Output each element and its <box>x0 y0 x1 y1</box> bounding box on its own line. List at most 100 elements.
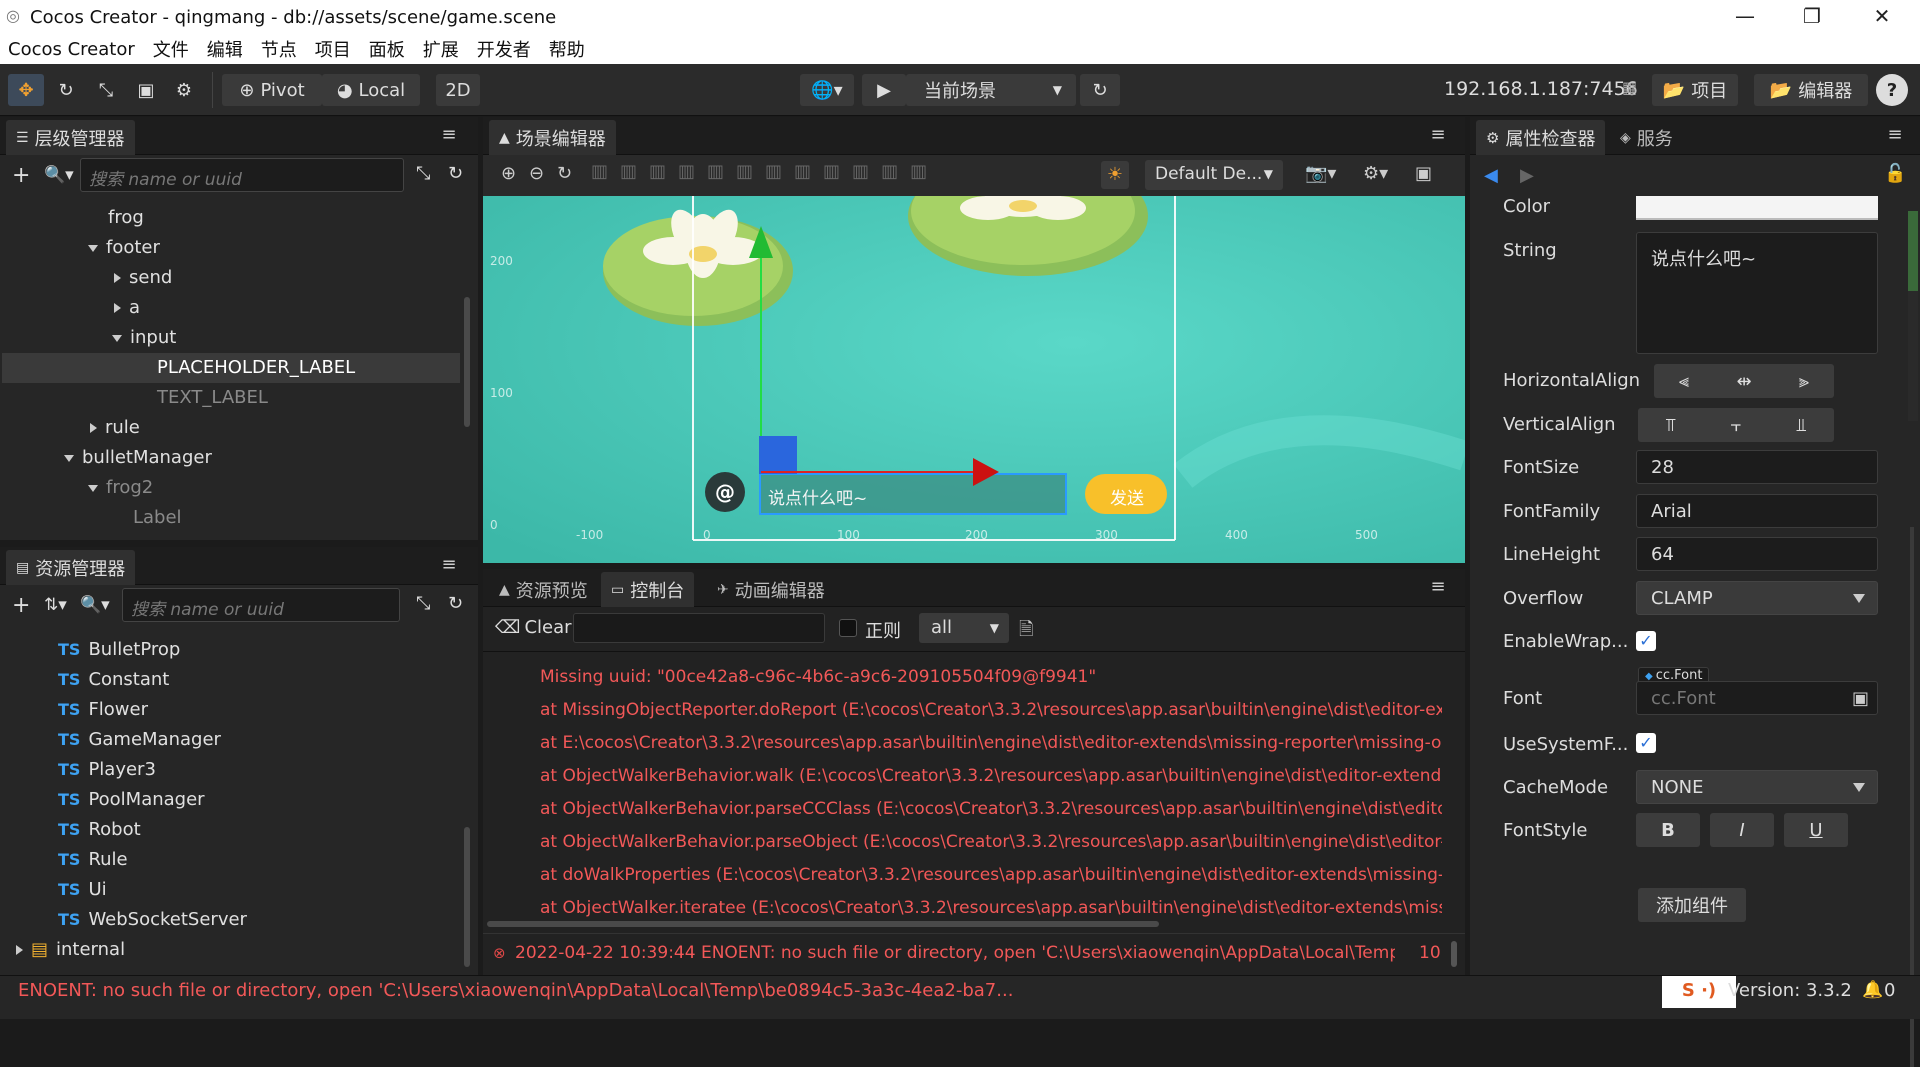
tab-assets[interactable]: ▤ 资源管理器 <box>6 550 136 585</box>
align-middle-icon[interactable]: ⫟ <box>1703 415 1768 436</box>
color-swatch[interactable] <box>1636 196 1878 220</box>
console-line[interactable]: at ObjectWalkerBehavior.parseCCClass (E:… <box>540 799 1442 819</box>
tree-item-frog[interactable]: frog <box>108 207 144 228</box>
send-button[interactable]: 发送 <box>1110 484 1144 509</box>
menu-help[interactable]: 帮助 <box>549 36 585 62</box>
tree-item-bulletmanager[interactable]: bulletManager <box>64 447 212 468</box>
tree-item-label-node[interactable]: Label <box>133 507 182 528</box>
asset-item[interactable]: TS WebSocketServer <box>58 909 247 930</box>
assets-menu-icon[interactable]: ≡ <box>438 555 460 575</box>
tree-item-frog2[interactable]: frog2 <box>88 477 153 498</box>
scale-tool-icon[interactable]: ⤡ <box>88 74 124 106</box>
console-filter-input[interactable] <box>573 613 825 643</box>
settings-icon[interactable]: ⚙▾ <box>1363 163 1388 184</box>
menu-file[interactable]: 文件 <box>153 36 189 62</box>
caret-down-icon[interactable] <box>112 334 122 342</box>
string-textarea[interactable]: 说点什么吧~ <box>1636 232 1878 354</box>
status-error-message[interactable]: ENOENT: no such file or directory, open … <box>18 980 1398 1001</box>
console-line[interactable]: at E:\cocos\Creator\3.3.2\resources\app.… <box>540 733 1442 753</box>
tab-scene-editor[interactable]: ▲ 场景编辑器 <box>489 120 616 155</box>
font-asset-field[interactable]: cc.Font ▣ <box>1636 681 1878 715</box>
refresh-icon[interactable]: ↻ <box>1080 74 1120 106</box>
usesystemfont-checkbox[interactable]: ✓ <box>1636 733 1656 753</box>
rect-tool-icon[interactable]: ▣ <box>128 74 164 106</box>
add-node-icon[interactable]: + <box>12 163 30 188</box>
add-component-button[interactable]: 添加组件 <box>1638 888 1746 922</box>
editor-button[interactable]: 📂 编辑器 <box>1754 74 1868 106</box>
tree-item-rule[interactable]: rule <box>90 417 140 438</box>
console-line[interactable]: at MissingObjectReporter.doReport (E:\co… <box>540 700 1442 720</box>
menu-extension[interactable]: 扩展 <box>423 36 459 62</box>
asset-item[interactable]: TS Player3 <box>58 759 156 780</box>
bold-button[interactable]: B <box>1636 813 1700 847</box>
folder-internal[interactable]: ▤ internal <box>16 939 125 960</box>
preview-platform-icon[interactable]: 🌐▾ <box>800 74 854 106</box>
search-type-icon[interactable]: 🔍▾ <box>80 595 110 615</box>
camera-icon[interactable]: 📷▾ <box>1305 163 1336 184</box>
search-type-icon[interactable]: 🔍▾ <box>44 165 74 185</box>
light-icon[interactable]: ☀ <box>1101 161 1129 189</box>
rotate-tool-icon[interactable]: ↻ <box>48 74 84 106</box>
italic-button[interactable]: I <box>1710 813 1774 847</box>
align-center-icon[interactable]: ⇹ <box>1714 371 1774 392</box>
forward-icon[interactable]: ▶ <box>1520 165 1534 186</box>
tree-item-a[interactable]: a <box>114 297 140 318</box>
caret-right-icon[interactable] <box>16 945 23 955</box>
caret-right-icon[interactable] <box>114 273 121 283</box>
menu-panel[interactable]: 面板 <box>369 36 405 62</box>
hierarchy-scrollbar[interactable] <box>464 297 470 427</box>
clear-button[interactable]: ⌫ Clear <box>495 617 572 638</box>
camera-select[interactable]: Default De... ▼ <box>1145 160 1283 190</box>
align-right-icon[interactable]: ⫸ <box>1774 371 1834 392</box>
caret-down-icon[interactable] <box>88 484 98 492</box>
align-bottom-icon[interactable]: ⫫ <box>1769 415 1834 436</box>
lineheight-input[interactable]: 64 <box>1636 537 1878 571</box>
hierarchy-search-input[interactable]: 搜索 name or uuid <box>80 158 404 192</box>
hierarchy-refresh-icon[interactable]: ↻ <box>448 163 463 184</box>
server-address[interactable]: 192.168.1.187:7456 <box>1444 78 1638 100</box>
ime-icon[interactable]: S ·) <box>1662 976 1736 1008</box>
reset-view-icon[interactable]: ↻ <box>557 163 572 184</box>
collapse-icon[interactable]: ⤡ <box>416 593 430 614</box>
project-button[interactable]: 📂 项目 <box>1652 74 1738 106</box>
inspector-menu-icon[interactable]: ≡ <box>1884 125 1906 145</box>
fontsize-input[interactable]: 28 <box>1636 450 1878 484</box>
asset-item[interactable]: TS GameManager <box>58 729 221 750</box>
zoom-in-icon[interactable]: ⊕ <box>501 163 516 184</box>
console-line[interactable]: at doWalkProperties (E:\cocos\Creator\3.… <box>540 865 1442 885</box>
tree-item-placeholder-label[interactable]: PLACEHOLDER_LABEL <box>157 357 355 378</box>
close-button[interactable]: ✕ <box>1852 0 1912 34</box>
menu-cocos-creator[interactable]: Cocos Creator <box>8 39 135 60</box>
tree-item-send[interactable]: send <box>114 267 172 288</box>
tab-services[interactable]: ◈ 服务 <box>1610 120 1683 155</box>
asset-picker-icon[interactable]: ▣ <box>1852 688 1869 709</box>
asset-item[interactable]: TS Constant <box>58 669 169 690</box>
tab-animation-editor[interactable]: ✈ 动画编辑器 <box>707 572 835 607</box>
chat-input-text[interactable]: 说点什么吧~ <box>768 484 867 509</box>
layout-icon[interactable]: ▣ <box>1415 163 1432 184</box>
console-hscrollbar[interactable] <box>487 921 1159 927</box>
transform-tool-icon[interactable]: ⚙ <box>166 74 202 106</box>
assets-scrollbar[interactable] <box>464 827 470 967</box>
align-tools-icon[interactable]: ▥▥▥▥▥▥▥▥▥▥▥▥ <box>591 161 939 182</box>
move-tool-icon[interactable]: ✥ <box>8 74 44 106</box>
qrcode-icon[interactable]: ▦ <box>1622 78 1637 97</box>
sort-icon[interactable]: ⇅▾ <box>44 595 67 615</box>
asset-item[interactable]: TS Rule <box>58 849 128 870</box>
play-icon[interactable]: ▶ <box>862 74 906 106</box>
tree-item-footer[interactable]: footer <box>88 237 160 258</box>
asset-item[interactable]: TS BulletProp <box>58 639 180 660</box>
scene-select[interactable]: 当前场景 ▼ <box>906 74 1076 106</box>
tab-console[interactable]: ▭ 控制台 <box>601 572 695 607</box>
collapse-icon[interactable]: ⤡ <box>416 163 430 184</box>
asset-item[interactable]: TS Robot <box>58 819 141 840</box>
minimize-button[interactable]: — <box>1715 0 1775 34</box>
add-asset-icon[interactable]: + <box>12 593 30 618</box>
zoom-out-icon[interactable]: ⊖ <box>529 163 544 184</box>
tab-hierarchy[interactable]: ☰ 层级管理器 <box>6 120 135 155</box>
align-left-icon[interactable]: ⫷ <box>1654 371 1714 392</box>
asset-item[interactable]: TS Ui <box>58 879 107 900</box>
caret-right-icon[interactable] <box>90 423 97 433</box>
log-file-icon[interactable]: 🗎 <box>1019 617 1033 647</box>
hierarchy-menu-icon[interactable]: ≡ <box>438 125 460 145</box>
